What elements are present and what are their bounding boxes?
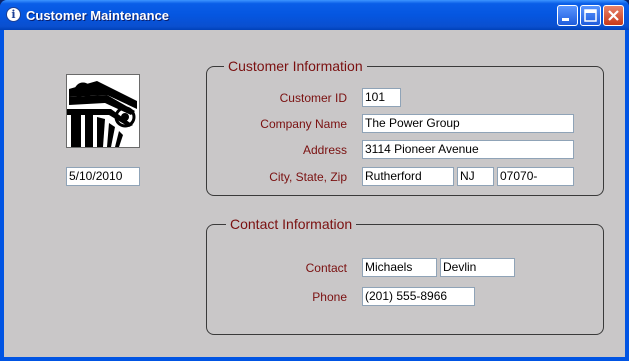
address-field[interactable]: 3114 Pioneer Avenue <box>362 140 574 159</box>
close-icon <box>608 10 619 21</box>
company-name-field[interactable]: The Power Group <box>362 114 574 133</box>
zip-field[interactable]: 07070- <box>497 167 574 186</box>
contact-information-title: Contact Information <box>226 216 357 232</box>
column-logo-icon <box>67 75 139 147</box>
contact-first-name-field[interactable]: Michaels <box>362 258 437 277</box>
city-state-zip-label: City, State, Zip <box>269 170 347 184</box>
phone-field[interactable]: (201) 555-8966 <box>362 287 475 306</box>
contact-last-name-field[interactable]: Devlin <box>440 258 515 277</box>
customer-id-label: Customer ID <box>279 91 347 105</box>
customer-id-field[interactable]: 101 <box>362 88 401 107</box>
maximize-icon <box>584 9 597 22</box>
maximize-button[interactable] <box>580 5 601 26</box>
company-logo <box>66 74 140 148</box>
close-button[interactable] <box>603 5 624 26</box>
customer-information-title: Customer Information <box>224 58 367 74</box>
minimize-button[interactable] <box>557 5 578 26</box>
minimize-icon <box>562 18 569 21</box>
contact-information-group <box>206 224 604 335</box>
company-name-label: Company Name <box>260 117 347 131</box>
window-title: Customer Maintenance <box>26 8 170 23</box>
state-field[interactable]: NJ <box>457 167 494 186</box>
customer-maintenance-window: i Customer Maintenance 5/10/2010 Custome… <box>0 0 629 361</box>
city-field[interactable]: Rutherford <box>362 167 454 186</box>
info-icon[interactable]: i <box>6 7 21 22</box>
title-bar[interactable]: i Customer Maintenance <box>0 0 629 30</box>
phone-label: Phone <box>312 290 347 304</box>
contact-label: Contact <box>305 261 347 275</box>
date-field[interactable]: 5/10/2010 <box>66 167 140 186</box>
address-label: Address <box>302 143 347 157</box>
